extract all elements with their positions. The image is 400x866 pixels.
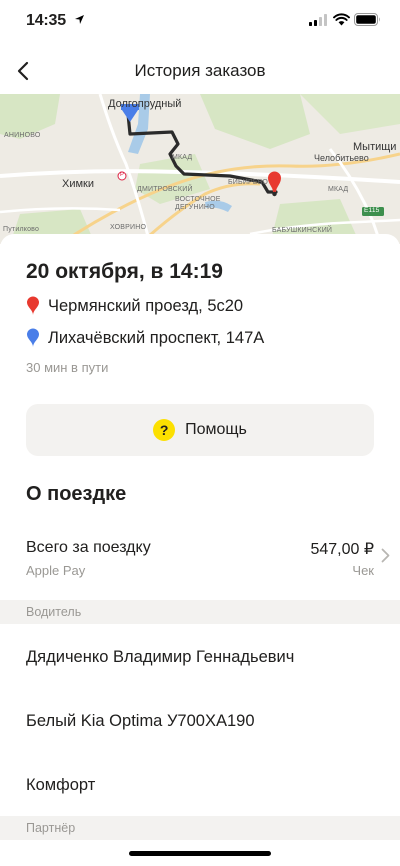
address-from: Чермянский проезд, 5с20 — [48, 296, 244, 315]
pin-blue-icon — [27, 328, 39, 347]
driver-section-header: Водитель — [0, 600, 400, 624]
cellular-signal-icon — [309, 14, 327, 26]
map-label-degunino: ДЕГУНИНО — [175, 204, 215, 211]
location-arrow-icon — [75, 15, 84, 24]
trip-duration: 30 мин в пути — [26, 360, 109, 375]
address-to: Лихачёвский проспект, 147А — [48, 328, 265, 347]
help-question-icon: ? — [153, 419, 176, 441]
total-label: Всего за поездку — [26, 539, 151, 556]
partner-section-header: Партнёр — [0, 816, 400, 840]
partner-section-label: Партнёр — [26, 821, 76, 835]
map-label-bibirevo: БИБИРЕВО — [228, 179, 269, 186]
battery-icon — [354, 13, 380, 26]
chevron-right-icon — [381, 548, 390, 563]
payment-method: Apple Pay — [26, 563, 86, 578]
car-description: Белый Kia Optima У700ХА190 — [26, 712, 255, 730]
tariff-name: Комфорт — [26, 776, 96, 794]
map-label-babushkinsky: БАБУШКИНСКИЙ — [272, 227, 333, 234]
page-title: История заказов — [134, 61, 266, 80]
map-label-putilkovo: Путилково — [3, 226, 40, 233]
trip-section-title: О поездке — [26, 483, 127, 505]
map-label-r-badge: Р — [120, 172, 125, 178]
order-details-sheet: 20 октября, в 14:19 Чермянский проезд, 5… — [0, 234, 400, 866]
map-label-mkad: МКАД — [172, 154, 193, 161]
map-label-mytishchi: Мытищи — [353, 141, 397, 153]
driver-name: Дядиченко Владимир Геннадьевич — [26, 648, 295, 666]
map-label-khovrino: ХОВРИНО — [110, 224, 147, 231]
home-indicator[interactable] — [129, 851, 271, 856]
map-label-khimki: Химки — [62, 178, 95, 190]
map-label-dmitrovsky: ДМИТРОВСКИЙ — [137, 186, 193, 193]
status-time: 14:35 — [26, 12, 66, 29]
map-label-annino: АНИНОВО — [4, 132, 41, 139]
map-label-chelobityevo: Челобитьево — [314, 153, 369, 163]
route-map[interactable]: Долгопрудный Химки Мытищи Челобитьево АН… — [0, 94, 400, 244]
map-label-dolgoprudny: Долгопрудный — [108, 98, 182, 110]
map-label-vostochnoe: ВОСТОЧНОЕ — [175, 196, 221, 203]
map-label-e115: E115 — [364, 207, 380, 214]
navigation-bar: История заказов — [0, 50, 400, 92]
total-amount: 547,00 ₽ — [310, 541, 374, 558]
trip-total-row[interactable]: Всего за поездку Apple Pay 547,00 ₽ Чек — [0, 528, 400, 584]
map-canvas — [0, 94, 400, 244]
help-button[interactable]: ? Помощь — [26, 404, 374, 456]
address-from-row: Чермянский проезд, 5с20 — [26, 296, 243, 316]
status-bar: 14:35 — [0, 0, 400, 44]
address-to-row: Лихачёвский проспект, 147А — [26, 328, 264, 348]
order-date: 20 октября, в 14:19 — [26, 260, 223, 283]
pin-red-icon — [27, 296, 39, 315]
map-label-mkad-2: МКАД — [328, 186, 349, 193]
receipt-link[interactable]: Чек — [352, 563, 374, 578]
driver-section-label: Водитель — [26, 605, 82, 619]
help-button-label: Помощь — [185, 421, 247, 438]
wifi-icon — [333, 13, 350, 26]
